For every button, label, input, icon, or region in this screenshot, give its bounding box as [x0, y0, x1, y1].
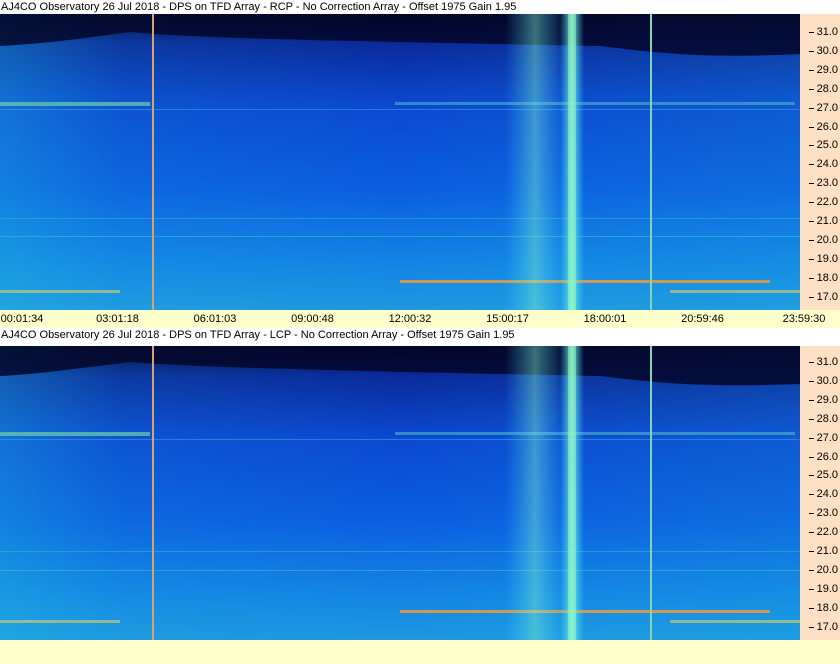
x-tick-label: 06:01:03 [193, 313, 237, 325]
y-tick-label: 22.0 [808, 526, 838, 539]
y-tick-label: 25.0 [808, 469, 838, 482]
y-tick-label: 19.0 [808, 252, 838, 265]
x-axis-lcp [0, 640, 840, 664]
y-tick-label: 18.0 [808, 601, 838, 614]
y-tick-label: 31.0 [808, 26, 838, 38]
x-tick-label: 09:00:48 [291, 313, 334, 325]
y-tick-label: 18.0 [808, 271, 838, 284]
y-tick-label: 22.0 [808, 196, 838, 209]
y-tick-label: 29.0 [808, 63, 838, 76]
y-tick-label: 29.0 [808, 393, 838, 406]
y-tick-label: 19.0 [808, 582, 838, 595]
spectrogram-lcp[interactable] [0, 346, 800, 640]
y-tick-label: 30.0 [808, 44, 838, 57]
x-tick-label: 00:01:34 [0, 313, 44, 325]
y-tick-label: 27.0 [808, 431, 838, 444]
panel-title-lcp: AJ4CO Observatory 26 Jul 2018 - DPS on T… [0, 328, 840, 342]
x-tick-label: 20:59:46 [681, 313, 724, 325]
y-tick-label: 28.0 [808, 412, 838, 425]
x-axis-rcp: 00:01:34 03:01:18 06:01:03 09:00:48 12:00:32… [0, 310, 840, 328]
x-tick-label: 03:01:18 [96, 313, 139, 325]
y-tick-label: 24.0 [808, 158, 838, 171]
y-tick-label: 23.0 [808, 177, 838, 190]
y-tick-label: 27.0 [808, 101, 838, 114]
y-axis-lcp: 31.0 30.0 29.0 28.0 27.0 26.0 25.0 24.0 23.0 22.0… [800, 346, 840, 640]
y-tick-label: 25.0 [808, 139, 838, 152]
spectrogram-rcp-image [0, 14, 800, 310]
y-tick-label: 23.0 [808, 507, 838, 520]
panel-title-rcp: AJ4CO Observatory 26 Jul 2018 - DPS on T… [0, 0, 840, 14]
x-tick-label: 12:00:32 [388, 313, 432, 325]
y-tick-label: 26.0 [808, 120, 838, 133]
x-tick-label: 18:00:01 [583, 313, 627, 325]
y-tick-label: 20.0 [808, 563, 838, 576]
y-tick-label: 31.0 [808, 356, 838, 368]
y-tick-label: 20.0 [808, 233, 838, 246]
spectrogram-rcp[interactable] [0, 14, 800, 310]
y-tick-label: 21.0 [808, 215, 838, 227]
y-tick-label: 17.0 [808, 620, 838, 633]
y-axis-rcp: 31.0 30.0 29.0 28.0 27.0 26.0 25.0 24.0 23.0 22.0… [800, 14, 840, 310]
y-tick-label: 28.0 [808, 82, 838, 95]
spectrogram-lcp-image [0, 346, 800, 640]
y-tick-label: 26.0 [808, 450, 838, 463]
x-tick-label: 15:00:17 [486, 313, 529, 325]
y-tick-label: 30.0 [808, 374, 838, 387]
y-tick-label: 17.0 [808, 290, 838, 303]
y-tick-label: 24.0 [808, 488, 838, 501]
x-tick-label: 23:59:30 [782, 313, 826, 325]
y-tick-label: 21.0 [808, 545, 838, 557]
